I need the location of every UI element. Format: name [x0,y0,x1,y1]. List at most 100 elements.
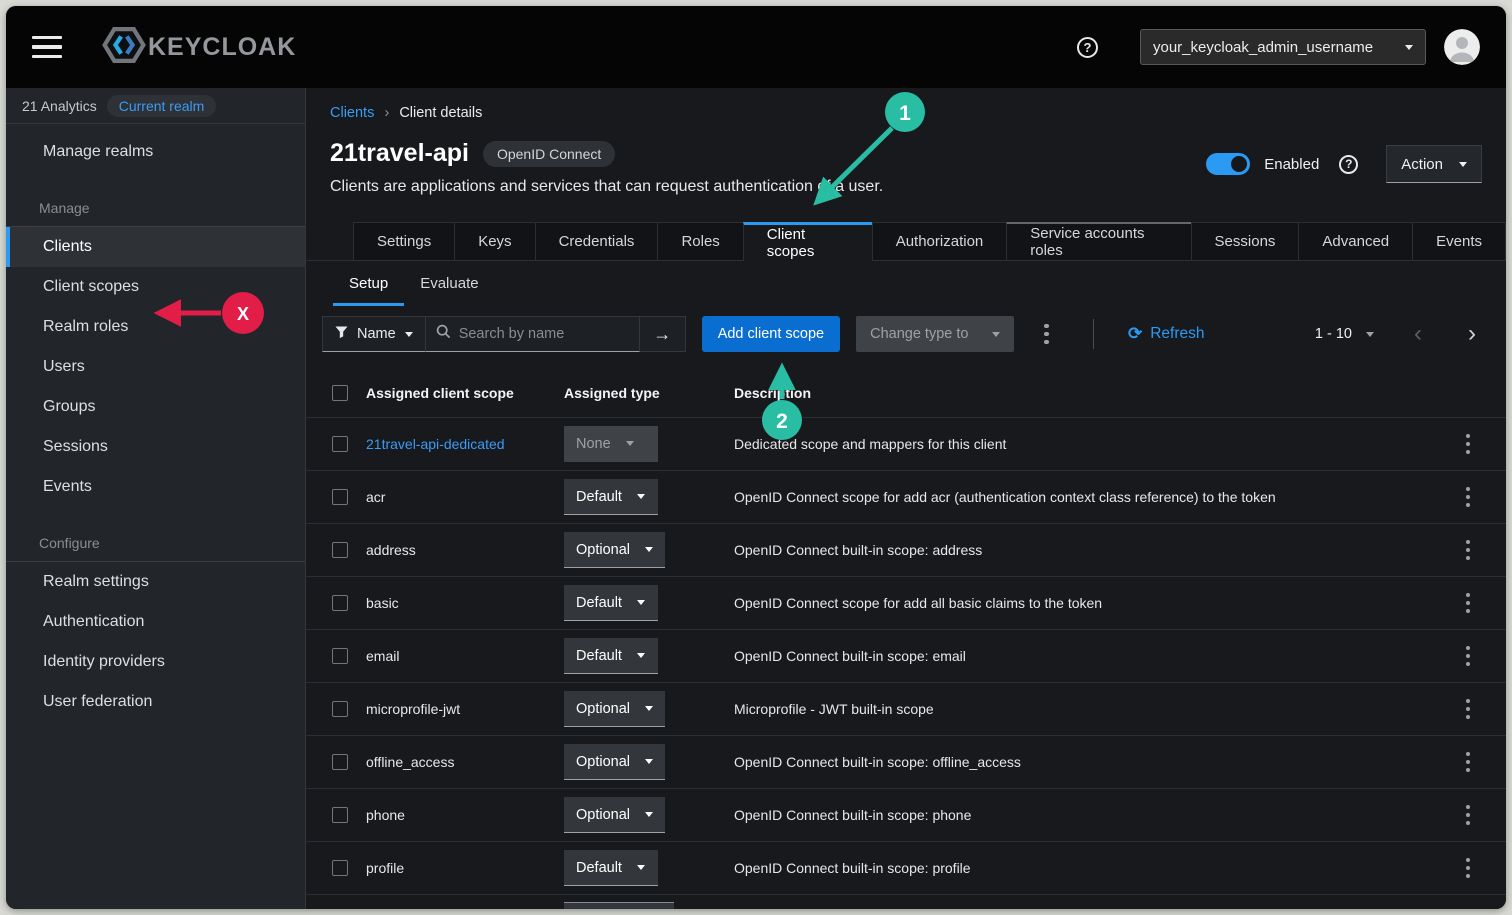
breadcrumb: Clients › Client details [306,88,1506,121]
table-row-partial [306,895,1506,909]
row-checkbox[interactable] [332,489,348,505]
tab-keys[interactable]: Keys [454,222,535,260]
enabled-label: Enabled [1264,156,1319,173]
row-kebab-menu[interactable] [1460,693,1477,726]
keycloak-admin-window: KEYCLOAK ? your_keycloak_admin_username [6,6,1506,909]
tab-credentials[interactable]: Credentials [535,222,659,260]
protocol-badge: OpenID Connect [483,141,615,167]
row-kebab-menu[interactable] [1460,852,1477,885]
row-kebab-menu[interactable] [1460,428,1477,461]
sidebar-item-realm-settings[interactable]: Realm settings [6,562,305,602]
row-kebab-menu[interactable] [1460,534,1477,567]
tab-sessions[interactable]: Sessions [1191,222,1300,260]
breadcrumb-clients-link[interactable]: Clients [330,105,374,121]
filter-dropdown[interactable]: Name [322,316,426,352]
row-checkbox[interactable] [332,595,348,611]
tab-advanced[interactable]: Advanced [1298,222,1413,260]
next-page-button[interactable]: › [1462,322,1482,346]
table-row: acr Default OpenID Connect scope for add… [306,471,1506,524]
tab-events[interactable]: Events [1412,222,1506,260]
assigned-type-select[interactable]: Optional [564,744,665,780]
help-icon[interactable]: ? [1077,37,1098,58]
row-checkbox[interactable] [332,701,348,717]
assigned-type-select[interactable]: Default [564,479,658,515]
assigned-type-select[interactable]: Default [564,638,658,674]
sidebar-item-clients[interactable]: Clients [6,227,305,267]
table-header-row: Assigned client scope Assigned type Desc… [306,368,1506,418]
sidebar-item-realm-roles[interactable]: Realm roles [6,307,305,347]
previous-page-button[interactable]: ‹ [1408,322,1428,346]
row-description: OpenID Connect scope for add all basic c… [734,595,1436,611]
sidebar-group-configure: Configure [6,535,305,561]
table-row: address Optional OpenID Connect built-in… [306,524,1506,577]
subtab-evaluate[interactable]: Evaluate [404,261,494,306]
tab-settings[interactable]: Settings [353,222,455,260]
select-all-checkbox[interactable] [332,385,348,401]
chevron-down-icon [992,332,1000,337]
enabled-toggle[interactable] [1206,153,1250,175]
current-realm-badge[interactable]: Current realm [107,95,217,117]
brand-text: KEYCLOAK [148,33,296,62]
assigned-type-select[interactable]: None [564,426,658,462]
sidebar-item-users[interactable]: Users [6,347,305,387]
sidebar-item-identity-providers[interactable]: Identity providers [6,642,305,682]
subtab-setup[interactable]: Setup [333,261,404,306]
username-dropdown[interactable]: your_keycloak_admin_username [1140,29,1426,65]
client-tabs: Settings Keys Credentials Roles Client s… [306,222,1506,261]
row-checkbox[interactable] [332,807,348,823]
filter-label: Name [357,326,396,342]
row-description: OpenID Connect built-in scope: offline_a… [734,754,1436,770]
sidebar-item-manage-realms[interactable]: Manage realms [6,132,305,172]
row-description: OpenID Connect built-in scope: email [734,648,1436,664]
row-kebab-menu[interactable] [1460,481,1477,514]
tab-client-scopes[interactable]: Client scopes [743,222,873,261]
client-scope-link[interactable]: 21travel-api-dedicated [366,436,564,452]
sidebar-item-authentication[interactable]: Authentication [6,602,305,642]
breadcrumb-current: Client details [399,105,482,121]
realm-row: 21 Analytics Current realm [6,88,305,124]
avatar[interactable] [1444,29,1480,65]
add-client-scope-button[interactable]: Add client scope [702,316,840,352]
assigned-type-select[interactable]: Optional [564,532,665,568]
sidebar-item-groups[interactable]: Groups [6,387,305,427]
chevron-down-icon [626,441,634,446]
assigned-type-select[interactable]: Optional [564,797,665,833]
row-kebab-menu[interactable] [1460,746,1477,779]
tab-authorization[interactable]: Authorization [872,222,1008,260]
refresh-button[interactable]: ⟳ Refresh [1128,324,1205,344]
toolbar-kebab-menu[interactable] [1038,318,1055,351]
username-label: your_keycloak_admin_username [1153,39,1373,56]
action-dropdown[interactable]: Action [1386,145,1482,183]
row-checkbox[interactable] [332,754,348,770]
masthead-right: ? your_keycloak_admin_username [1077,29,1480,65]
sidebar-item-events[interactable]: Events [6,467,305,507]
page-range-dropdown[interactable]: 1 - 10 [1315,326,1374,342]
chevron-down-icon [405,332,413,337]
tab-service-accounts-roles[interactable]: Service accounts roles [1006,222,1191,260]
row-kebab-menu[interactable] [1460,640,1477,673]
sidebar: 21 Analytics Current realm Manage realms… [6,88,306,909]
search-input[interactable] [459,326,629,342]
table-row: offline_access Optional OpenID Connect b… [306,736,1506,789]
assigned-type-select[interactable]: Optional [564,691,665,727]
search-submit-button[interactable]: → [640,316,686,352]
change-type-dropdown[interactable]: Change type to [856,316,1014,352]
row-kebab-menu[interactable] [1460,799,1477,832]
filter-icon [335,326,348,343]
sidebar-item-sessions[interactable]: Sessions [6,427,305,467]
row-checkbox[interactable] [332,860,348,876]
assigned-type-select[interactable]: Default [564,585,658,621]
row-kebab-menu[interactable] [1460,587,1477,620]
hamburger-menu-icon[interactable] [32,36,62,59]
row-checkbox[interactable] [332,542,348,558]
client-scope-name: acr [366,489,564,505]
enabled-help-icon[interactable]: ? [1339,155,1358,174]
sidebar-item-user-federation[interactable]: User federation [6,682,305,722]
sidebar-item-client-scopes[interactable]: Client scopes [6,267,305,307]
assigned-type-select[interactable]: Default [564,850,658,886]
row-description: OpenID Connect built-in scope: phone [734,807,1436,823]
row-description: Dedicated scope and mappers for this cli… [734,436,1436,452]
tab-roles[interactable]: Roles [657,222,743,260]
row-checkbox[interactable] [332,436,348,452]
row-checkbox[interactable] [332,648,348,664]
